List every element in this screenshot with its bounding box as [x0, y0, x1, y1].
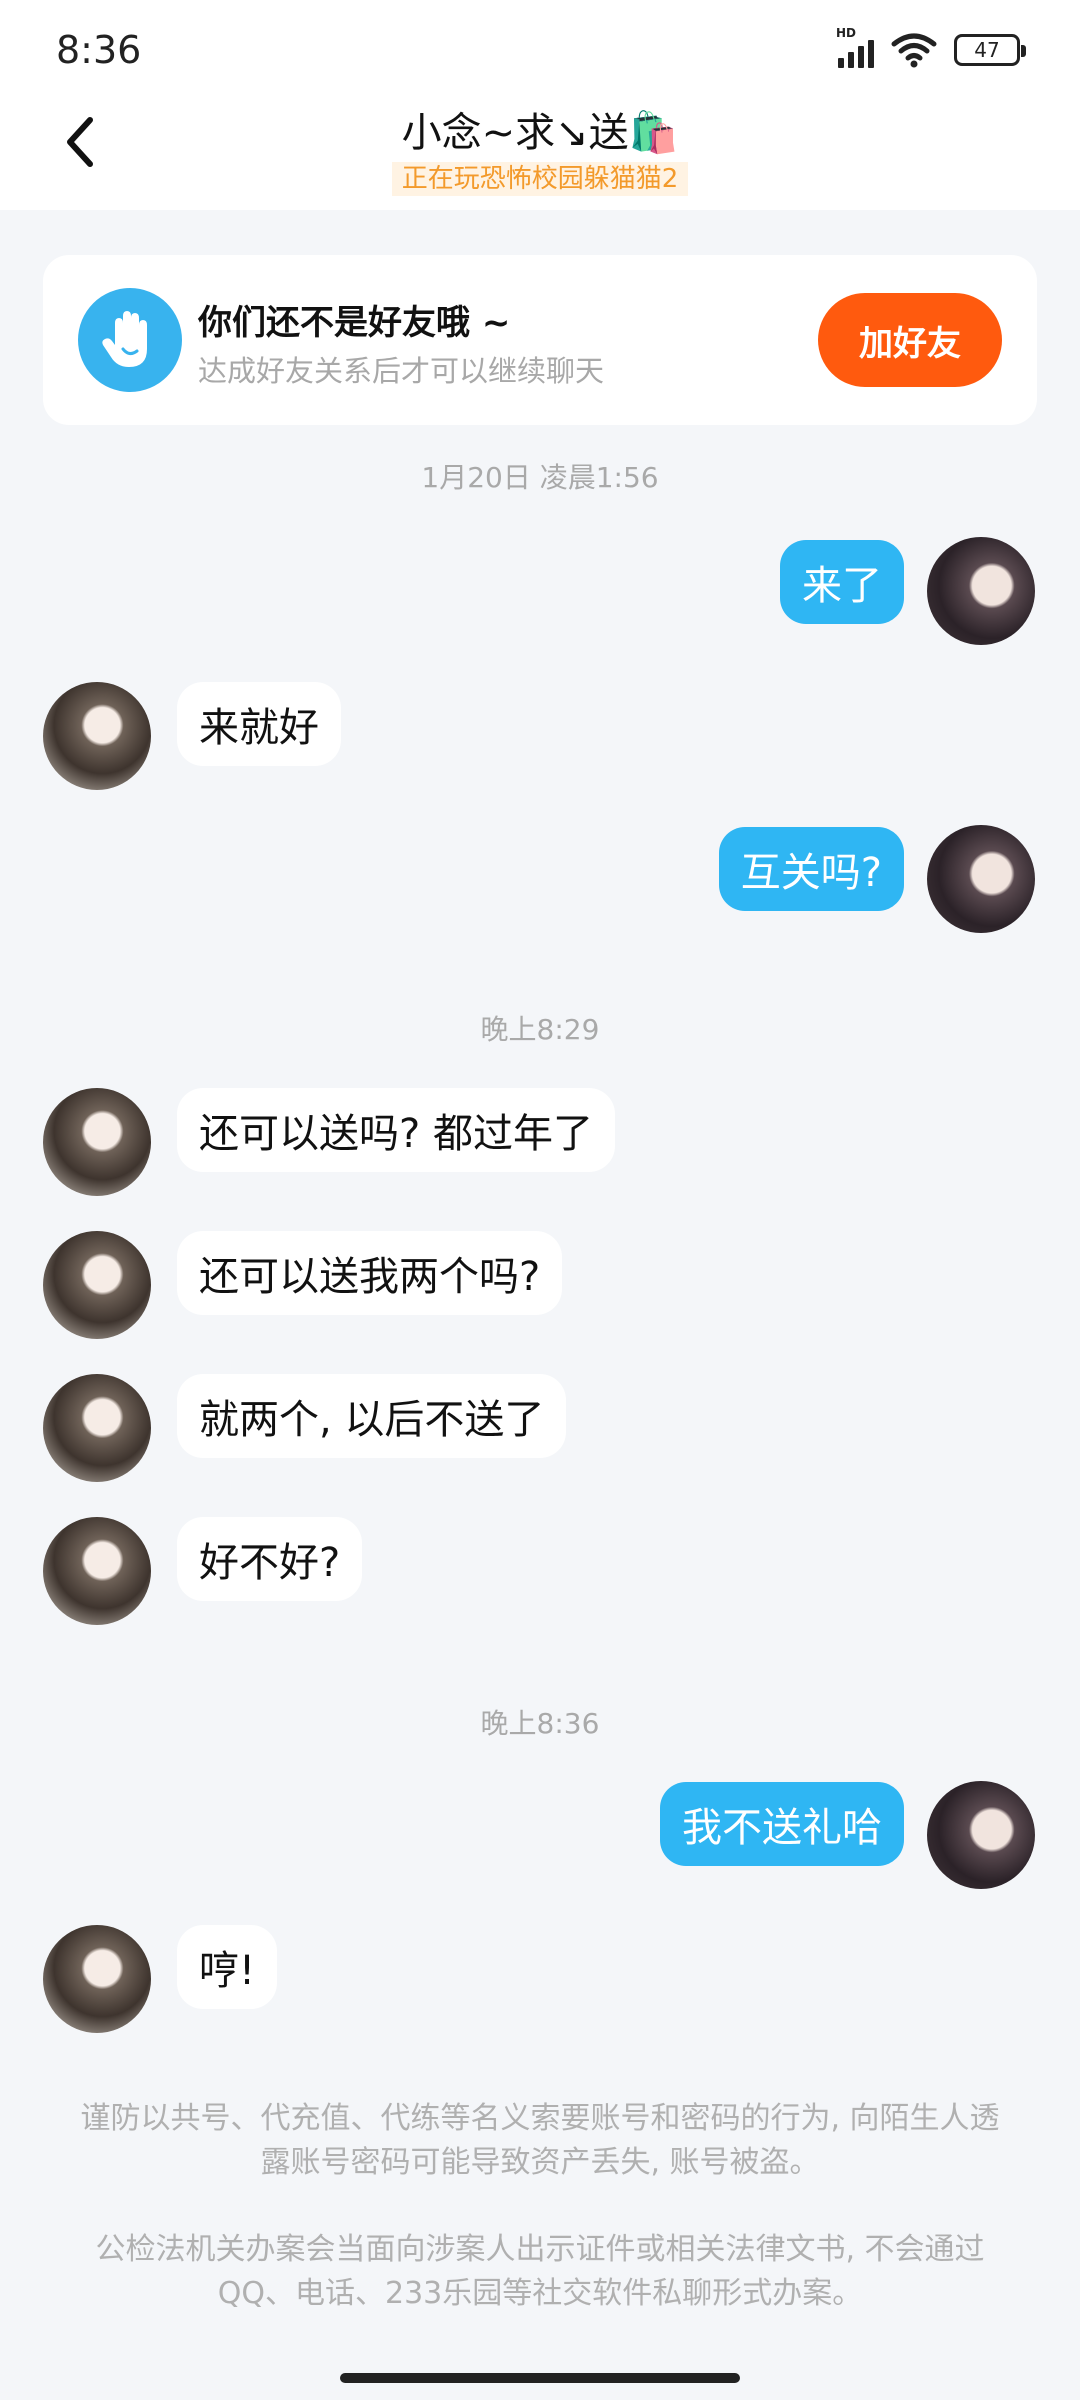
battery-icon: 47 [954, 34, 1026, 66]
banner-title: 你们还不是好友哦 ~ [198, 303, 511, 343]
status-time: 8:36 [56, 28, 142, 72]
contact-avatar[interactable] [43, 1374, 151, 1482]
timestamp: 晚上8:36 [480, 1707, 600, 1740]
my-message-bubble[interactable]: 来了 [780, 540, 904, 624]
header-bar: 8:36 HD 47 小念~求↘送🛍️ 正在玩恐怖校园躲猫猫2 [0, 0, 1080, 210]
contact-avatar[interactable] [43, 1231, 151, 1339]
wifi-icon [891, 33, 937, 68]
my-message-bubble[interactable]: 我不送礼哈 [660, 1782, 904, 1866]
playing-status-text: 正在玩恐怖校园躲猫猫2 [391, 162, 689, 196]
contact-message-bubble[interactable]: 还可以送吗? 都过年了 [177, 1088, 615, 1172]
contact-message-bubble[interactable]: 哼! [177, 1925, 278, 2009]
contact-message-bubble[interactable]: 来就好 [177, 682, 341, 766]
hand-icon [78, 288, 182, 392]
my-message-bubble[interactable]: 互关吗? [718, 827, 904, 911]
playing-status[interactable]: 正在玩恐怖校园躲猫猫2 [0, 158, 1080, 196]
network-label: HD [836, 26, 857, 40]
chat-title[interactable]: 小念~求↘送🛍️ [0, 100, 1080, 158]
safety-notice: 谨防以共号、代充值、代练等名义索要账号和密码的行为, 向陌生人透露账号密码可能导… [80, 2101, 1000, 2180]
add-friend-button[interactable]: 加好友 [818, 293, 1002, 387]
friend-banner: 你们还不是好友哦 ~ 达成好友关系后才可以继续聊天 加好友 [43, 255, 1037, 425]
signal-icon: HD [836, 26, 874, 68]
status-icons: HD 47 [836, 26, 1026, 68]
my-avatar[interactable] [927, 537, 1035, 645]
contact-message-bubble[interactable]: 好不好? [177, 1517, 363, 1601]
contact-avatar[interactable] [43, 1088, 151, 1196]
my-avatar[interactable] [927, 825, 1035, 933]
contact-avatar[interactable] [43, 1517, 151, 1625]
timestamp: 晚上8:29 [480, 1013, 600, 1046]
contact-message-bubble[interactable]: 还可以送我两个吗? [177, 1231, 563, 1315]
home-indicator[interactable] [340, 2373, 740, 2383]
timestamp: 1月20日 凌晨1:56 [421, 461, 659, 490]
contact-avatar[interactable] [43, 682, 151, 790]
contact-message-bubble[interactable]: 就两个, 以后不送了 [177, 1374, 567, 1458]
law-notice: 公检法机关办案会当面向涉案人出示证件或相关法律文书, 不会通过QQ、电话、233… [95, 2232, 985, 2311]
my-avatar[interactable] [927, 1781, 1035, 1889]
banner-subtitle: 达成好友关系后才可以继续聊天 [198, 354, 605, 388]
contact-avatar[interactable] [43, 1925, 151, 2033]
